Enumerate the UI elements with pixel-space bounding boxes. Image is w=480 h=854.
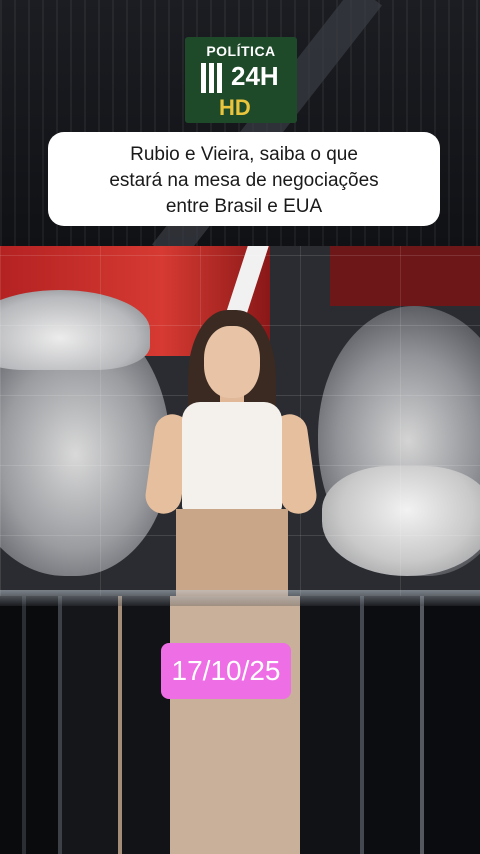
- logo-channel: 24H: [231, 61, 279, 91]
- headline-line-2: estará na mesa de negociações: [109, 170, 379, 191]
- channel-logo: POLÍTICA 24H HD: [185, 37, 297, 123]
- presenter: [143, 304, 319, 606]
- congress-building-icon: [201, 61, 223, 93]
- headline-line-1: Rubio e Vieira, saiba o que: [130, 144, 358, 165]
- logo-title: POLÍTICA: [206, 43, 276, 59]
- presenter-face: [204, 326, 260, 398]
- glitch-stripes: [0, 596, 480, 854]
- video-frame: [0, 246, 480, 606]
- logo-quality: HD: [219, 95, 251, 120]
- glitch-band: [0, 590, 480, 606]
- presenter-top: [182, 402, 282, 512]
- date-badge: 17/10/25: [161, 643, 291, 699]
- headline-card: Rubio e Vieira, saiba o que estará na me…: [48, 132, 440, 226]
- headline-line-3: entre Brasil e EUA: [165, 196, 323, 217]
